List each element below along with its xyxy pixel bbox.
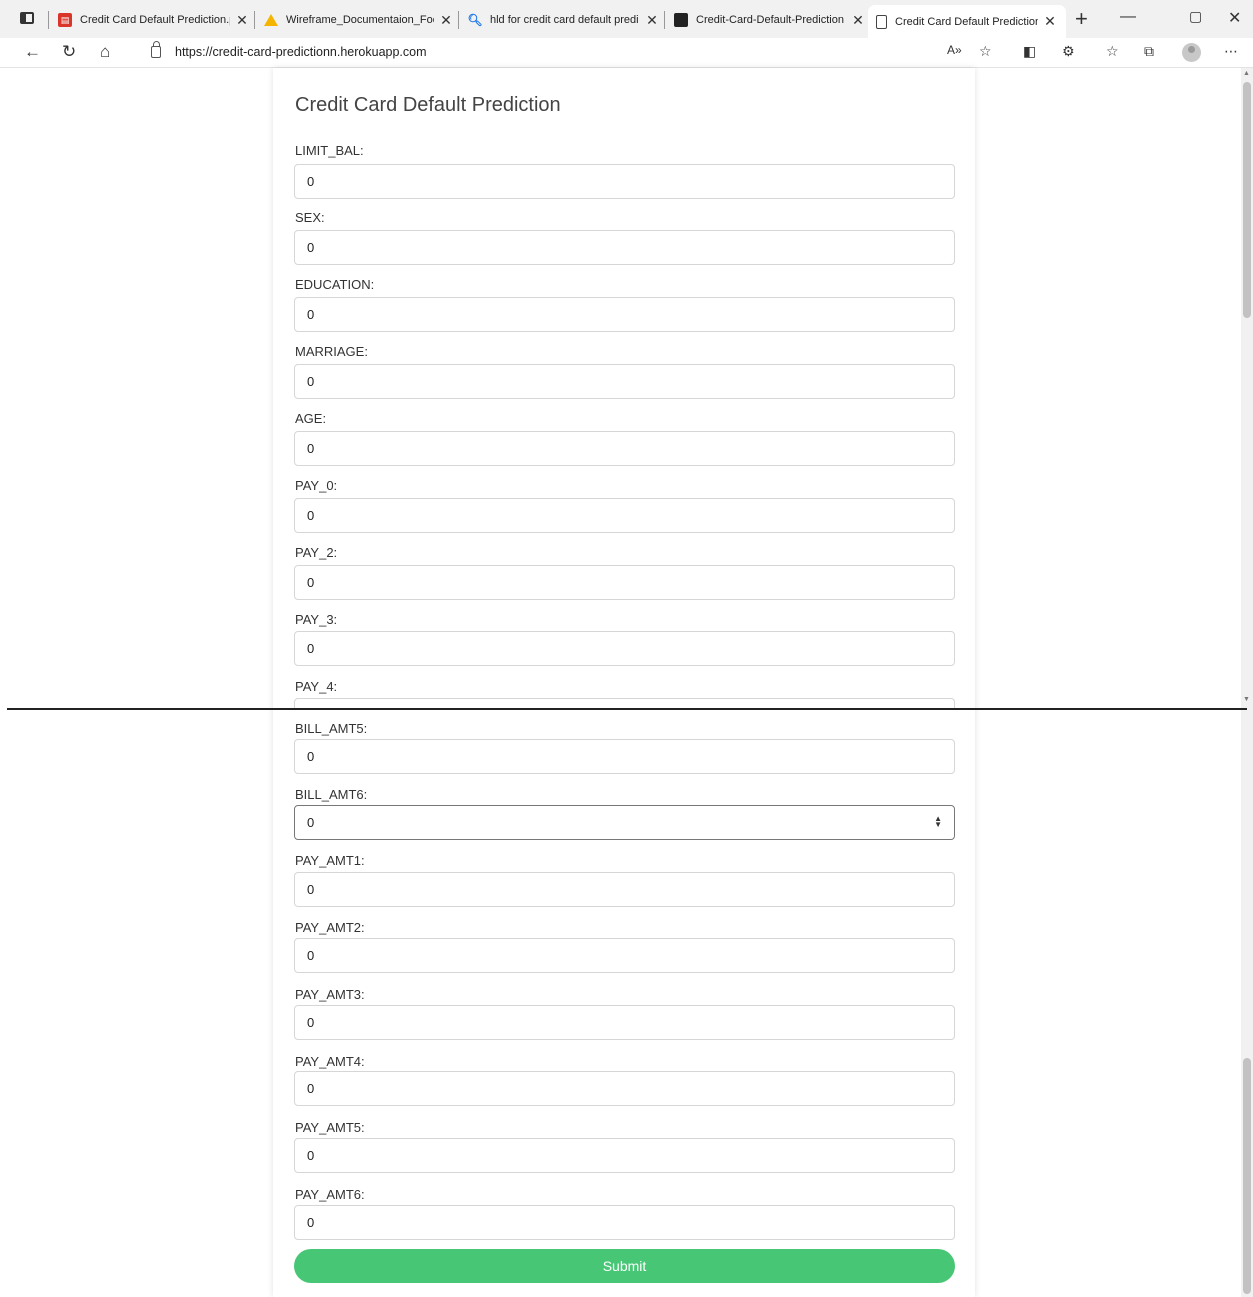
pay-amt5-label: PAY_AMT5:	[295, 1120, 365, 1135]
page-title: Credit Card Default Prediction	[295, 94, 561, 116]
education-label: EDUCATION:	[295, 277, 375, 292]
tab-title: Credit Card Default Prediction.p	[80, 14, 230, 26]
search-icon: 🔍︎	[468, 13, 483, 27]
sex-input[interactable]: 0	[294, 230, 955, 265]
age-label: AGE:	[295, 411, 327, 426]
lock-icon[interactable]	[151, 41, 161, 58]
age-input[interactable]: 0	[294, 431, 955, 466]
number-spinner-icon[interactable]: ▲ ▼	[934, 815, 942, 829]
pay-0-label: PAY_0:	[295, 478, 338, 493]
pay-amt4-input[interactable]: 0	[294, 1071, 955, 1106]
tab-separator	[664, 11, 665, 29]
tab-active[interactable]: Credit Card Default Prediction ✕	[868, 5, 1066, 38]
pay-4-input[interactable]	[294, 698, 955, 708]
tab-bar: ▤ Credit Card Default Prediction.p ✕ Wir…	[0, 0, 1253, 38]
limit-bal-input[interactable]: 0	[294, 164, 955, 199]
collections-add-icon[interactable]: ⧉	[1144, 43, 1154, 60]
profile-avatar[interactable]	[1182, 43, 1201, 62]
close-icon[interactable]: ✕	[438, 12, 454, 29]
submit-button[interactable]: Submit	[294, 1249, 955, 1283]
marriage-label: MARRIAGE:	[295, 344, 368, 359]
pdf-icon: ▤	[58, 13, 72, 27]
bill-amt6-input[interactable]: 0 ▲ ▼	[294, 805, 955, 840]
pay-3-input[interactable]: 0	[294, 631, 955, 666]
extensions-icon[interactable]: ⚙	[1062, 43, 1075, 60]
limit-bal-label: LIMIT_BAL:	[295, 143, 364, 158]
favorite-add-icon[interactable]: ☆	[979, 43, 992, 60]
pay-3-label: PAY_3:	[295, 612, 338, 627]
pay-amt2-label: PAY_AMT2:	[295, 920, 365, 935]
more-menu-icon[interactable]: ⋯	[1224, 43, 1238, 60]
pay-amt6-input[interactable]: 0	[294, 1205, 955, 1240]
pay-amt4-label: PAY_AMT4:	[295, 1054, 365, 1069]
tab-wireframe[interactable]: Wireframe_Documentaion_Food ✕	[264, 7, 454, 33]
pay-4-label: PAY_4:	[295, 679, 338, 694]
close-icon[interactable]: ✕	[234, 12, 250, 29]
tab-separator	[254, 11, 255, 29]
marriage-input[interactable]: 0	[294, 364, 955, 399]
google-drive-icon	[264, 13, 278, 27]
pay-amt2-input[interactable]: 0	[294, 938, 955, 973]
collections-icon[interactable]: ◧	[1023, 43, 1036, 60]
bill-amt6-value: 0	[307, 815, 315, 830]
tab-title: Credit Card Default Prediction	[895, 15, 1038, 28]
scroll-down-icon[interactable]: ▼	[1243, 696, 1250, 703]
bill-amt5-input[interactable]: 0	[294, 739, 955, 774]
address-bar: ← ↻ ⌂ https://credit-card-predictionn.he…	[0, 38, 1253, 68]
tab-title: hld for credit card default predi	[490, 14, 639, 26]
close-icon[interactable]: ✕	[850, 12, 866, 29]
tab-title: Credit-Card-Default-Prediction	[696, 14, 844, 26]
scroll-up-icon[interactable]: ▲	[1243, 70, 1250, 77]
tab-search[interactable]: 🔍︎ hld for credit card default predi ✕	[468, 7, 660, 33]
tab-actions-icon[interactable]	[20, 12, 34, 24]
sex-label: SEX:	[295, 210, 325, 225]
pay-0-input[interactable]: 0	[294, 498, 955, 533]
home-icon[interactable]: ⌂	[100, 42, 110, 62]
tab-separator	[458, 11, 459, 29]
minimize-icon[interactable]: —	[1120, 8, 1136, 26]
pay-2-label: PAY_2:	[295, 545, 338, 560]
page-icon	[876, 14, 887, 29]
pay-amt6-label: PAY_AMT6:	[295, 1187, 365, 1202]
tab-separator	[48, 11, 49, 29]
bill-amt6-label: BILL_AMT6:	[295, 787, 368, 802]
new-tab-icon[interactable]: +	[1075, 6, 1088, 32]
pay-2-input[interactable]: 0	[294, 565, 955, 600]
url-field[interactable]: https://credit-card-predictionn.herokuap…	[175, 45, 427, 59]
favorites-icon[interactable]: ☆	[1106, 43, 1119, 60]
github-icon	[674, 13, 688, 27]
scrollbar[interactable]: ▲ ▼	[1241, 68, 1253, 1297]
scroll-thumb-upper[interactable]	[1243, 82, 1251, 318]
restore-icon[interactable]: ▢	[1189, 8, 1202, 25]
stitch-divider	[7, 708, 1247, 710]
tab-title: Wireframe_Documentaion_Food	[286, 14, 434, 26]
pay-amt5-input[interactable]: 0	[294, 1138, 955, 1173]
pay-amt3-label: PAY_AMT3:	[295, 987, 365, 1002]
tab-github[interactable]: Credit-Card-Default-Prediction ✕	[674, 7, 866, 33]
tab-pdf[interactable]: ▤ Credit Card Default Prediction.p ✕	[58, 7, 250, 33]
refresh-icon[interactable]: ↻	[62, 42, 76, 62]
back-icon[interactable]: ←	[24, 42, 41, 62]
close-icon[interactable]: ✕	[1042, 13, 1058, 30]
education-input[interactable]: 0	[294, 297, 955, 332]
close-icon[interactable]: ✕	[644, 12, 660, 29]
pay-amt1-label: PAY_AMT1:	[295, 853, 365, 868]
bill-amt5-label: BILL_AMT5:	[295, 721, 368, 736]
window-close-icon[interactable]: ✕	[1228, 8, 1241, 28]
pay-amt1-input[interactable]: 0	[294, 872, 955, 907]
pay-amt3-input[interactable]: 0	[294, 1005, 955, 1040]
scroll-thumb-lower[interactable]	[1243, 1058, 1251, 1294]
read-aloud-icon[interactable]: A»	[947, 43, 962, 57]
